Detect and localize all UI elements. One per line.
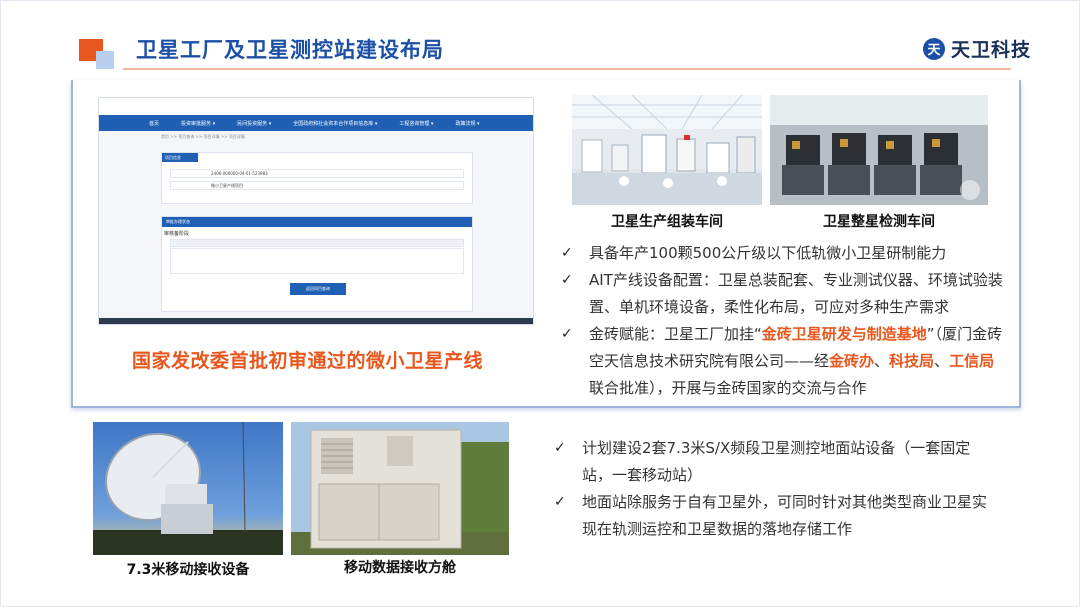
website-return-button: 返回项目查询	[290, 283, 346, 295]
website-nav-item: 全国政府和社会资本合作项目信息库 ▾	[293, 120, 378, 127]
workshop-photo	[572, 95, 762, 205]
website-nav-item: 首页	[149, 120, 160, 127]
test-hall-caption: 卫星整星检测车间	[823, 214, 935, 230]
website-stage-label: 审核备阶段	[164, 231, 190, 237]
website-nav-item: 政策法规 ▾	[455, 120, 480, 127]
check-icon: ✓	[561, 245, 573, 261]
check-icon: ✓	[561, 326, 573, 342]
approval-website-screenshot: 首页 投资审批服务 ▾ 民间投资服务 ▾ 全国政府和社会资本合作项目信息库 ▾ …	[98, 97, 534, 325]
website-nav-item: 工程咨询管理 ▾	[399, 120, 434, 127]
check-icon: ✓	[561, 272, 573, 288]
bullet-station-service: ✓ 地面站除服务于自有卫星外，可同时针对其他类型商业卫星实现在轨测运控和卫星数据的…	[554, 489, 999, 543]
website-card-title: 项目信息	[162, 153, 198, 162]
website-row: 2406-000000-04-01-523983	[170, 169, 464, 178]
workshop-caption: 卫星生产组装车间	[611, 214, 723, 230]
cabin-photo	[291, 422, 509, 555]
bullet-station-plan: ✓ 计划建设2套7.3米S/X频段卫星测控地面站设备（一套固定站，一套移动站）	[554, 435, 999, 489]
website-nav: 首页 投资审批服务 ▾ 民间投资服务 ▾ 全国政府和社会资本合作项目信息库 ▾ …	[99, 115, 533, 131]
website-row: 微小卫星产线项目	[170, 181, 464, 190]
bullet-capacity: ✓ 具备年产100颗500公斤级以下低轨微小卫星研制能力	[561, 240, 1006, 267]
website-project-card: 项目信息 2406-000000-04-01-523983 微小卫星产线项目	[161, 152, 473, 204]
title-decor-blue	[96, 51, 114, 69]
website-breadcrumb: 首页 >> 项目查询 >> 项目详情 >> 项目详情	[161, 134, 245, 139]
station-bullet-list: ✓ 计划建设2套7.3米S/X频段卫星测控地面站设备（一套固定站，一套移动站） ✓…	[554, 435, 999, 543]
antenna-photo	[93, 422, 283, 555]
bullet-ait-equipment: ✓ AIT产线设备配置：卫星总装配套、专业测试仪器、环境试验装置、单机环境设备，柔…	[561, 267, 1006, 321]
website-status-card: 审批办理状态 审核备阶段 返回项目查询	[161, 216, 473, 312]
website-nav-item: 投资审批服务 ▾	[181, 120, 216, 127]
check-icon: ✓	[554, 440, 566, 456]
title-underline	[123, 68, 1011, 70]
slide-title: 卫星工厂及卫星测控站建设布局	[136, 38, 444, 62]
company-logo: 天 天卫科技	[923, 35, 1031, 62]
logo-icon: 天	[923, 37, 945, 60]
website-table-row	[170, 248, 464, 274]
website-nav-item: 民间投资服务 ▾	[237, 120, 272, 127]
check-icon: ✓	[554, 494, 566, 510]
test-hall-photo	[770, 95, 988, 205]
website-status-bar: 审批办理状态	[162, 217, 472, 227]
factory-bullet-list: ✓ 具备年产100颗500公斤级以下低轨微小卫星研制能力 ✓ AIT产线设备配置：卫…	[561, 240, 1006, 402]
cabin-caption: 移动数据接收方舱	[344, 560, 456, 576]
logo-text: 天卫科技	[951, 39, 1032, 61]
slide: 卫星工厂及卫星测控站建设布局 天 天卫科技 首页 投资审批服务 ▾ 民间投资服务…	[0, 0, 1080, 607]
antenna-caption: 7.3米移动接收设备	[126, 562, 250, 578]
left-caption: 国家发改委首批初审通过的微小卫星产线	[132, 350, 484, 372]
bullet-brics: ✓ 金砖赋能：卫星工厂加挂“金砖卫星研发与制造基地”（厦门金砖空天信息技术研究院有…	[561, 321, 1006, 402]
